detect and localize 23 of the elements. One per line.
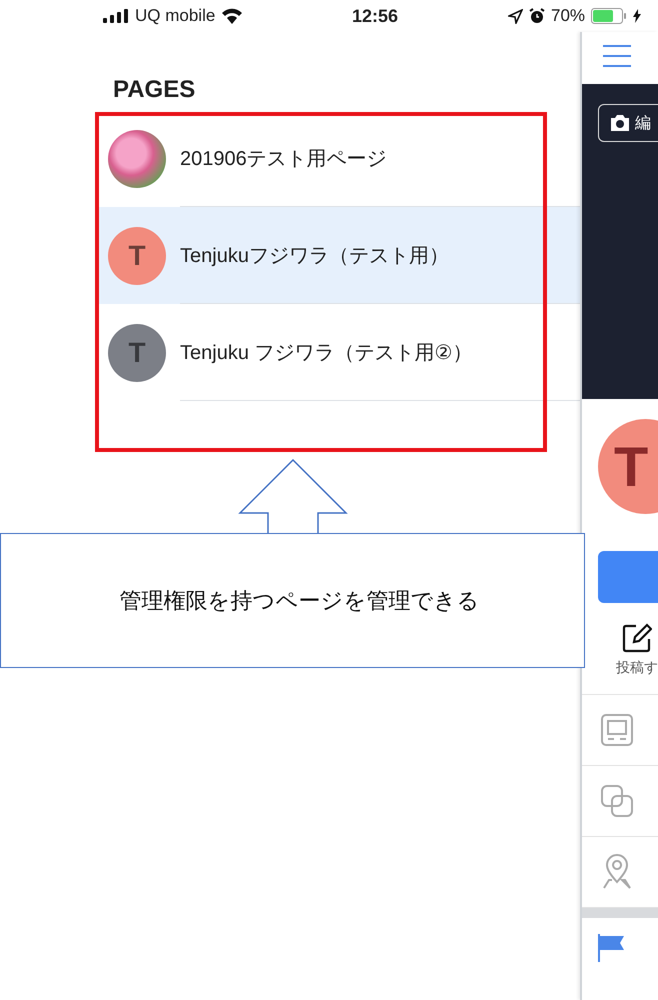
signal-icon <box>103 9 129 23</box>
post-tab[interactable]: 投稿す <box>582 609 658 695</box>
alarm-icon <box>529 8 545 24</box>
edit-cover-button[interactable]: 編 <box>598 104 658 142</box>
battery-icon <box>591 8 628 24</box>
camera-icon <box>609 114 631 132</box>
clock-time: 12:56 <box>352 6 398 27</box>
page-item[interactable]: T Tenjukuフジワラ（テスト用） <box>97 207 580 304</box>
overlapping-squares-icon[interactable] <box>600 784 634 818</box>
page-avatar: T <box>108 226 166 284</box>
pencil-icon <box>622 623 652 653</box>
carrier-name: UQ mobile <box>135 6 216 26</box>
callout-text: 管理権限を持つページを管理できる <box>118 586 480 614</box>
page-avatar: T <box>108 324 166 382</box>
wifi-icon <box>221 8 244 24</box>
battery-percent: 70% <box>551 6 586 26</box>
section-title: PAGES <box>113 75 196 105</box>
location-icon <box>508 8 523 24</box>
menu-icon[interactable] <box>602 44 632 68</box>
charging-icon <box>633 9 642 23</box>
flag-icon[interactable] <box>596 932 626 964</box>
page-avatar: T <box>598 419 658 514</box>
monitor-icon[interactable] <box>600 713 634 747</box>
